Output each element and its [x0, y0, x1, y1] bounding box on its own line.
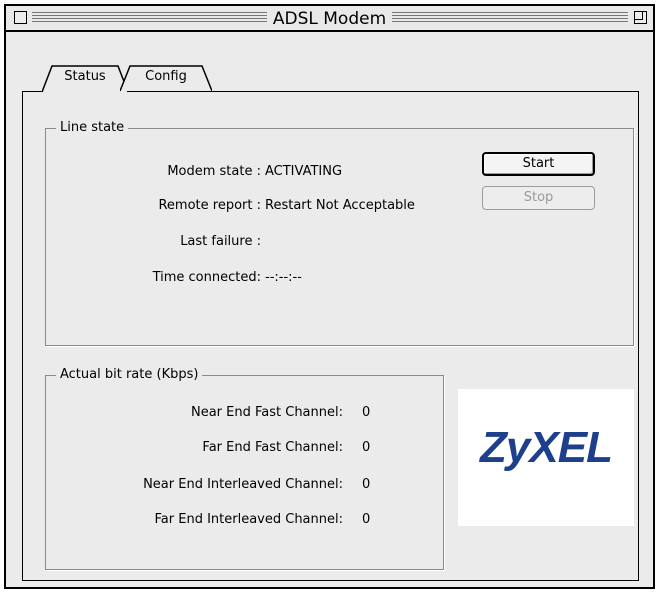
near-end-interleaved-label: Near End Interleaved Channel:	[143, 477, 343, 492]
remote-report-value: Restart Not Acceptable	[265, 198, 415, 213]
far-end-fast-label: Far End Fast Channel:	[202, 440, 343, 455]
tab-status-label: Status	[64, 69, 106, 84]
far-end-interleaved-value: 0	[362, 512, 371, 527]
remote-report-label: Remote report :	[158, 198, 261, 213]
window-content: Line state Modem state : ACTIVATING Remo…	[6, 32, 653, 587]
zoom-box-icon[interactable]	[634, 11, 647, 24]
window-title: ADSL Modem	[266, 9, 393, 29]
far-end-interleaved-label: Far End Interleaved Channel:	[154, 512, 343, 527]
line-state-group: Line state Modem state : ACTIVATING Remo…	[45, 119, 634, 346]
tab-status[interactable]: Status	[42, 63, 128, 93]
time-connected-value: --:--:--	[265, 270, 302, 285]
tab-config[interactable]: Config	[120, 63, 212, 93]
far-end-fast-value: 0	[362, 440, 371, 455]
app-window: ADSL Modem Line state Modem state : ACTI…	[4, 4, 655, 589]
bit-rate-title: Actual bit rate (Kbps)	[56, 366, 203, 384]
stop-button[interactable]: Stop	[482, 186, 595, 210]
bit-rate-group: Actual bit rate (Kbps) Near End Fast Cha…	[45, 366, 444, 570]
time-connected-label: Time connected:	[152, 270, 261, 285]
last-failure-label: Last failure :	[180, 234, 261, 249]
zyxel-logo-text: ZyXEL	[480, 423, 613, 472]
modem-state-value: ACTIVATING	[265, 164, 343, 179]
title-bar[interactable]: ADSL Modem	[6, 6, 653, 32]
start-button[interactable]: Start	[482, 152, 595, 176]
zyxel-logo: ZyXEL	[458, 389, 634, 526]
near-end-interleaved-value: 0	[362, 477, 371, 492]
modem-state-label: Modem state :	[167, 164, 261, 179]
tab-config-label: Config	[145, 69, 187, 84]
line-state-title: Line state	[56, 119, 129, 137]
near-end-fast-label: Near End Fast Channel:	[190, 405, 343, 420]
near-end-fast-value: 0	[362, 405, 371, 420]
